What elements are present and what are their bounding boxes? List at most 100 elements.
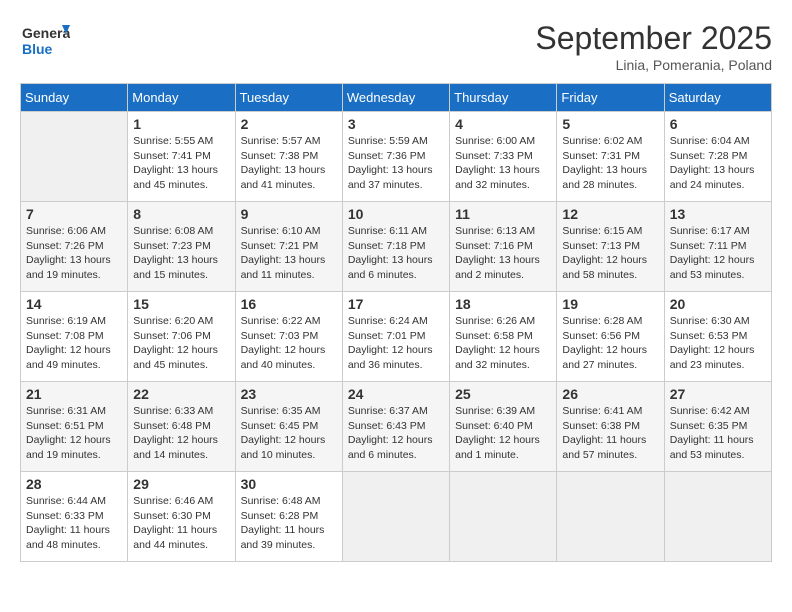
- day-info: Sunrise: 6:13 AMSunset: 7:16 PMDaylight:…: [455, 224, 551, 283]
- day-info: Sunrise: 6:11 AMSunset: 7:18 PMDaylight:…: [348, 224, 444, 283]
- day-info: Sunrise: 6:30 AMSunset: 6:53 PMDaylight:…: [670, 314, 766, 373]
- calendar-cell: [450, 472, 557, 562]
- day-number: 16: [241, 296, 337, 312]
- day-number: 12: [562, 206, 658, 222]
- day-info: Sunrise: 6:20 AMSunset: 7:06 PMDaylight:…: [133, 314, 229, 373]
- calendar-cell: 17 Sunrise: 6:24 AMSunset: 7:01 PMDayligh…: [342, 292, 449, 382]
- day-info: Sunrise: 6:48 AMSunset: 6:28 PMDaylight:…: [241, 494, 337, 553]
- day-number: 14: [26, 296, 122, 312]
- month-title: September 2025: [535, 20, 772, 57]
- calendar-cell: 21Sunrise: 6:31 AMSunset: 6:51 PMDayligh…: [21, 382, 128, 472]
- day-info: Sunrise: 6:42 AMSunset: 6:35 PMDaylight:…: [670, 404, 766, 463]
- logo: General Blue: [20, 20, 70, 65]
- calendar-cell: 22Sunrise: 6:33 AMSunset: 6:48 PMDayligh…: [128, 382, 235, 472]
- day-number: 5: [562, 116, 658, 132]
- day-info: Sunrise: 6:46 AMSunset: 6:30 PMDaylight:…: [133, 494, 229, 553]
- calendar-cell: 16 Sunrise: 6:22 AMSunset: 7:03 PMDayligh…: [235, 292, 342, 382]
- day-info: Sunrise: 6:17 AMSunset: 7:11 PMDaylight:…: [670, 224, 766, 283]
- calendar-cell: [21, 112, 128, 202]
- day-number: 29: [133, 476, 229, 492]
- day-info: Sunrise: 5:55 AMSunset: 7:41 PMDaylight:…: [133, 134, 229, 193]
- calendar-week-1: 1 Sunrise: 5:55 AMSunset: 7:41 PMDaylight…: [21, 112, 772, 202]
- day-number: 21: [26, 386, 122, 402]
- day-info: Sunrise: 6:04 AMSunset: 7:28 PMDaylight:…: [670, 134, 766, 193]
- calendar-cell: 28 Sunrise: 6:44 AMSunset: 6:33 PMDayligh…: [21, 472, 128, 562]
- day-number: 27: [670, 386, 766, 402]
- calendar-cell: 9 Sunrise: 6:10 AMSunset: 7:21 PMDaylight…: [235, 202, 342, 292]
- calendar-cell: 1 Sunrise: 5:55 AMSunset: 7:41 PMDaylight…: [128, 112, 235, 202]
- column-header-wednesday: Wednesday: [342, 84, 449, 112]
- calendar-cell: 24Sunrise: 6:37 AMSunset: 6:43 PMDayligh…: [342, 382, 449, 472]
- day-number: 28: [26, 476, 122, 492]
- day-number: 11: [455, 206, 551, 222]
- day-number: 6: [670, 116, 766, 132]
- day-number: 7: [26, 206, 122, 222]
- calendar-cell: 25Sunrise: 6:39 AMSunset: 6:40 PMDayligh…: [450, 382, 557, 472]
- calendar-week-2: 7 Sunrise: 6:06 AMSunset: 7:26 PMDaylight…: [21, 202, 772, 292]
- day-number: 2: [241, 116, 337, 132]
- column-header-sunday: Sunday: [21, 84, 128, 112]
- calendar-cell: 15 Sunrise: 6:20 AMSunset: 7:06 PMDayligh…: [128, 292, 235, 382]
- day-info: Sunrise: 6:22 AMSunset: 7:03 PMDaylight:…: [241, 314, 337, 373]
- day-info: Sunrise: 6:19 AMSunset: 7:08 PMDaylight:…: [26, 314, 122, 373]
- day-info: Sunrise: 6:44 AMSunset: 6:33 PMDaylight:…: [26, 494, 122, 553]
- day-number: 20: [670, 296, 766, 312]
- column-header-friday: Friday: [557, 84, 664, 112]
- calendar-cell: 7 Sunrise: 6:06 AMSunset: 7:26 PMDaylight…: [21, 202, 128, 292]
- calendar-cell: [342, 472, 449, 562]
- day-info: Sunrise: 6:41 AMSunset: 6:38 PMDaylight:…: [562, 404, 658, 463]
- calendar-cell: 6 Sunrise: 6:04 AMSunset: 7:28 PMDaylight…: [664, 112, 771, 202]
- day-number: 23: [241, 386, 337, 402]
- day-info: Sunrise: 6:28 AMSunset: 6:56 PMDaylight:…: [562, 314, 658, 373]
- logo-svg: General Blue: [20, 20, 70, 65]
- page-header: General Blue September 2025 Linia, Pomer…: [20, 20, 772, 73]
- day-info: Sunrise: 6:35 AMSunset: 6:45 PMDaylight:…: [241, 404, 337, 463]
- day-number: 9: [241, 206, 337, 222]
- calendar-cell: 30 Sunrise: 6:48 AMSunset: 6:28 PMDayligh…: [235, 472, 342, 562]
- day-info: Sunrise: 6:06 AMSunset: 7:26 PMDaylight:…: [26, 224, 122, 283]
- day-number: 8: [133, 206, 229, 222]
- day-number: 17: [348, 296, 444, 312]
- calendar-cell: 14 Sunrise: 6:19 AMSunset: 7:08 PMDayligh…: [21, 292, 128, 382]
- day-info: Sunrise: 5:57 AMSunset: 7:38 PMDaylight:…: [241, 134, 337, 193]
- day-info: Sunrise: 6:08 AMSunset: 7:23 PMDaylight:…: [133, 224, 229, 283]
- day-number: 25: [455, 386, 551, 402]
- calendar-cell: 5 Sunrise: 6:02 AMSunset: 7:31 PMDaylight…: [557, 112, 664, 202]
- calendar-cell: [557, 472, 664, 562]
- calendar-cell: 26Sunrise: 6:41 AMSunset: 6:38 PMDayligh…: [557, 382, 664, 472]
- svg-text:General: General: [22, 25, 70, 41]
- calendar-cell: 8 Sunrise: 6:08 AMSunset: 7:23 PMDaylight…: [128, 202, 235, 292]
- day-info: Sunrise: 5:59 AMSunset: 7:36 PMDaylight:…: [348, 134, 444, 193]
- day-number: 1: [133, 116, 229, 132]
- calendar-cell: 3 Sunrise: 5:59 AMSunset: 7:36 PMDaylight…: [342, 112, 449, 202]
- svg-text:Blue: Blue: [22, 41, 53, 57]
- calendar-cell: 4 Sunrise: 6:00 AMSunset: 7:33 PMDaylight…: [450, 112, 557, 202]
- day-number: 4: [455, 116, 551, 132]
- calendar-week-5: 28 Sunrise: 6:44 AMSunset: 6:33 PMDayligh…: [21, 472, 772, 562]
- calendar-cell: 27 Sunrise: 6:42 AMSunset: 6:35 PMDayligh…: [664, 382, 771, 472]
- column-header-thursday: Thursday: [450, 84, 557, 112]
- calendar-cell: 18Sunrise: 6:26 AMSunset: 6:58 PMDayligh…: [450, 292, 557, 382]
- day-number: 15: [133, 296, 229, 312]
- day-info: Sunrise: 6:24 AMSunset: 7:01 PMDaylight:…: [348, 314, 444, 373]
- day-number: 19: [562, 296, 658, 312]
- day-number: 10: [348, 206, 444, 222]
- calendar-cell: [664, 472, 771, 562]
- column-header-tuesday: Tuesday: [235, 84, 342, 112]
- column-header-monday: Monday: [128, 84, 235, 112]
- calendar-cell: 2 Sunrise: 5:57 AMSunset: 7:38 PMDaylight…: [235, 112, 342, 202]
- day-info: Sunrise: 6:00 AMSunset: 7:33 PMDaylight:…: [455, 134, 551, 193]
- day-number: 24: [348, 386, 444, 402]
- day-info: Sunrise: 6:10 AMSunset: 7:21 PMDaylight:…: [241, 224, 337, 283]
- calendar-cell: 12 Sunrise: 6:15 AMSunset: 7:13 PMDayligh…: [557, 202, 664, 292]
- day-info: Sunrise: 6:15 AMSunset: 7:13 PMDaylight:…: [562, 224, 658, 283]
- day-info: Sunrise: 6:02 AMSunset: 7:31 PMDaylight:…: [562, 134, 658, 193]
- calendar-header-row: SundayMondayTuesdayWednesdayThursdayFrid…: [21, 84, 772, 112]
- column-header-saturday: Saturday: [664, 84, 771, 112]
- day-info: Sunrise: 6:33 AMSunset: 6:48 PMDaylight:…: [133, 404, 229, 463]
- day-number: 30: [241, 476, 337, 492]
- calendar-cell: 20 Sunrise: 6:30 AMSunset: 6:53 PMDayligh…: [664, 292, 771, 382]
- day-info: Sunrise: 6:26 AMSunset: 6:58 PMDaylight:…: [455, 314, 551, 373]
- calendar-week-4: 21Sunrise: 6:31 AMSunset: 6:51 PMDayligh…: [21, 382, 772, 472]
- day-number: 3: [348, 116, 444, 132]
